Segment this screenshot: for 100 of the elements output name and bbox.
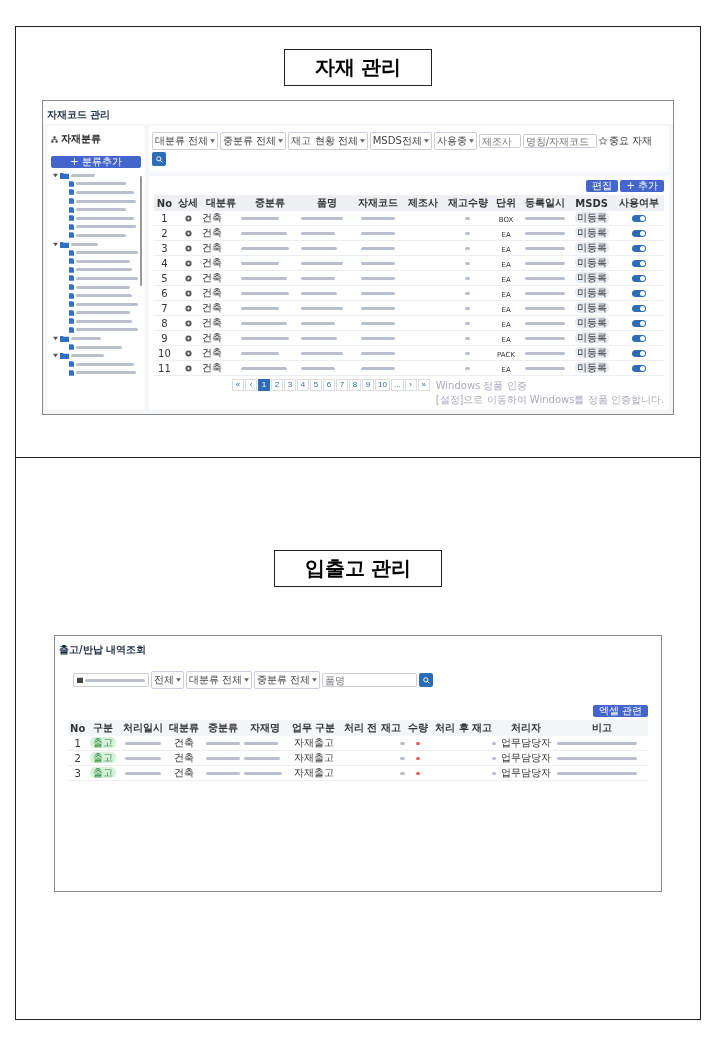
page-button[interactable]: ...	[391, 379, 404, 391]
blurred-text	[76, 276, 138, 280]
search-field[interactable]: 명칭/자재코드	[522, 134, 597, 148]
excel-button[interactable]: 엑셀 관련	[592, 705, 648, 717]
caret-icon[interactable]	[53, 241, 58, 247]
column-header: 재고수량	[442, 195, 493, 211]
section-heading: 입출고 관리	[273, 550, 443, 587]
filter-select[interactable]: 중분류 전체	[220, 132, 287, 150]
filter-select[interactable]: 중분류 전체	[254, 671, 321, 689]
toggle-switch[interactable]	[631, 260, 646, 267]
table-cell: 건축	[202, 212, 223, 223]
caret-icon[interactable]	[53, 353, 58, 359]
blurred-text	[524, 352, 565, 355]
add-button[interactable]: + 추가	[620, 180, 664, 192]
column-header: 단위	[492, 195, 520, 211]
type-badge: 출고	[90, 767, 117, 778]
filter-select[interactable]: MSDS전체	[369, 132, 432, 150]
blurred-text	[524, 232, 565, 235]
blurred-text	[491, 742, 496, 745]
page-button[interactable]: 1	[258, 379, 271, 391]
blurred-text	[76, 345, 122, 349]
blurred-text	[76, 268, 132, 272]
toggle-switch[interactable]	[631, 290, 646, 297]
caret-icon	[176, 678, 181, 682]
blurred-text	[491, 772, 496, 775]
date-range-field[interactable]	[73, 673, 149, 687]
search-field[interactable]: 제조사	[478, 134, 521, 148]
status-badge: 미등록	[574, 362, 609, 373]
column-header: 자재코드	[353, 195, 404, 211]
search-button[interactable]	[419, 673, 434, 687]
filter-select[interactable]: 전체	[151, 671, 184, 689]
toggle-switch[interactable]	[631, 305, 646, 312]
blurred-text	[465, 277, 470, 280]
blurred-text	[361, 217, 396, 220]
blurred-text	[76, 319, 132, 323]
hierarchy-icon	[51, 135, 58, 143]
scrollbar[interactable]	[140, 176, 142, 286]
filter-select[interactable]: 대분류 전체	[152, 132, 219, 150]
blurred-text	[71, 173, 95, 177]
blurred-text	[124, 772, 161, 775]
filter-select[interactable]: 사용중	[433, 132, 477, 150]
status-badge: 미등록	[574, 302, 609, 313]
page-button[interactable]: 6	[323, 379, 336, 391]
toggle-switch[interactable]	[631, 320, 646, 327]
blurred-text	[399, 742, 405, 745]
table-cell: 건축	[202, 287, 223, 298]
blurred-text	[124, 742, 161, 745]
page-button[interactable]: ›	[404, 379, 417, 391]
blurred-text	[71, 242, 98, 246]
search-field[interactable]: 품명	[322, 673, 418, 687]
page-button[interactable]: 3	[284, 379, 297, 391]
page-button[interactable]: 10	[375, 379, 390, 391]
edit-button[interactable]: 편집	[586, 180, 619, 192]
blurred-text	[240, 352, 279, 355]
table-cell: 건축	[174, 752, 195, 763]
blurred-text	[71, 337, 101, 341]
blurred-text	[361, 367, 396, 370]
page-button[interactable]: 8	[349, 379, 362, 391]
blurred-text	[416, 772, 421, 775]
page-button[interactable]: «	[232, 379, 245, 391]
column-header: 구분	[87, 720, 119, 736]
blurred-text	[243, 742, 278, 745]
toggle-switch[interactable]	[631, 245, 646, 252]
page-button[interactable]: »	[417, 379, 430, 391]
page-button[interactable]: 5	[310, 379, 323, 391]
table-cell: 건축	[202, 242, 223, 253]
filter-select[interactable]: 대분류 전체	[186, 671, 253, 689]
page-button[interactable]: ‹	[245, 379, 258, 391]
blurred-text	[524, 277, 565, 280]
search-button[interactable]	[152, 152, 166, 166]
page-button[interactable]: 4	[297, 379, 310, 391]
blurred-text	[76, 225, 136, 229]
toggle-switch[interactable]	[631, 335, 646, 342]
toggle-switch[interactable]	[631, 275, 646, 282]
page-button[interactable]: 2	[271, 379, 284, 391]
caret-icon[interactable]	[53, 172, 58, 178]
activation-notice-title: Windows 정품 인증	[435, 379, 528, 393]
add-category-button[interactable]: + 분류추가	[51, 156, 141, 168]
filter-select[interactable]: 재고 현황 전체	[288, 132, 368, 150]
toggle-switch[interactable]	[631, 365, 646, 372]
column-header: 처리 후 재고	[430, 720, 497, 736]
blurred-text	[243, 757, 280, 760]
blurred-text	[465, 232, 470, 235]
toggle-switch[interactable]	[631, 215, 646, 222]
toggle-switch[interactable]	[631, 230, 646, 237]
blurred-text	[76, 285, 130, 289]
caret-icon[interactable]	[53, 336, 58, 342]
blurred-text	[76, 199, 136, 203]
blurred-text	[465, 292, 470, 295]
status-badge: 미등록	[574, 317, 609, 328]
toggle-switch[interactable]	[631, 350, 646, 357]
caret-icon	[423, 139, 429, 143]
blurred-text	[465, 307, 470, 310]
blurred-text	[301, 262, 344, 265]
table-cell: 건축	[202, 257, 223, 268]
page-button[interactable]: 9	[362, 379, 375, 391]
page-button[interactable]: 7	[336, 379, 349, 391]
status-badge: 미등록	[574, 272, 609, 283]
blurred-text	[399, 757, 405, 760]
important-filter[interactable]: 중요 자재	[598, 134, 652, 148]
